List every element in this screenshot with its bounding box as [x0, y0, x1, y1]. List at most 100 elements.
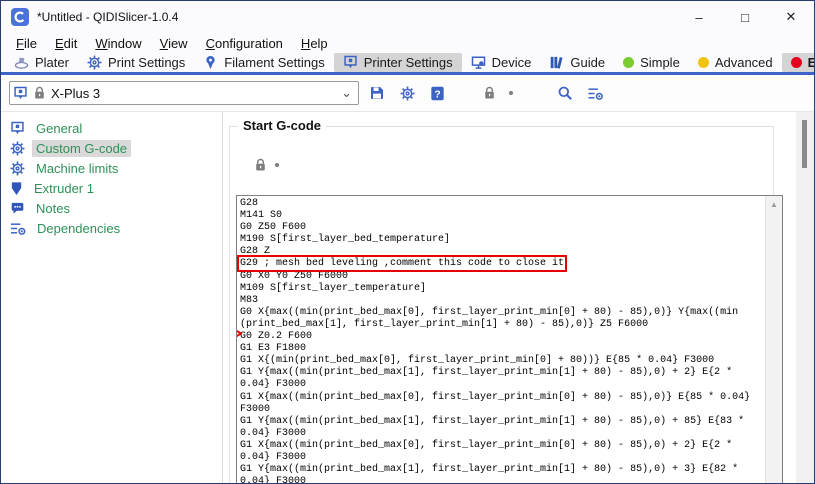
sidebar-item-label: Dependencies — [33, 220, 124, 237]
minimize-button[interactable]: – — [676, 1, 722, 33]
gcode-line: G1 X{max((min(print_bed_max[0], first_la… — [240, 440, 765, 452]
tab-expert[interactable]: Expert — [782, 53, 815, 72]
save-icon — [369, 85, 385, 101]
tab-guide[interactable]: Guide — [540, 53, 614, 72]
notes-bubble-icon — [10, 201, 25, 216]
help-button[interactable]: ? — [425, 81, 449, 105]
sidebar-item-label: Machine limits — [32, 160, 122, 177]
gcode-line: F3000 — [240, 404, 765, 416]
printer-icon — [13, 86, 28, 101]
gcode-line: G0 X{max((min(print_bed_max[0], first_la… — [240, 307, 765, 319]
sidebar-item-label: Custom G-code — [32, 140, 131, 157]
lock-status-icon — [477, 81, 501, 105]
gear-icon — [400, 86, 415, 101]
printer-icon — [10, 121, 25, 136]
save-preset-button[interactable] — [365, 81, 389, 105]
sidebar-item-general[interactable]: General — [1, 118, 222, 138]
option-lock-row — [254, 158, 279, 172]
tab-device[interactable]: Device — [462, 53, 541, 72]
menu-view[interactable]: View — [151, 35, 197, 52]
window-title: *Untitled - QIDISlicer-1.0.4 — [37, 10, 178, 24]
gcode-line: 0.04} F3000 — [240, 452, 765, 464]
tab-filament-settings[interactable]: Filament Settings — [194, 53, 333, 72]
tab-label: Device — [492, 55, 532, 70]
tab-printer-settings[interactable]: Printer Settings — [334, 53, 462, 72]
gcode-line: 0.04} F3000 — [240, 379, 765, 391]
tab-advanced[interactable]: Advanced — [689, 53, 782, 72]
gcode-line: G28 — [240, 198, 765, 210]
sidebar-item-extruder-1[interactable]: Extruder 1 — [1, 178, 222, 198]
mode-dot-icon — [791, 57, 802, 68]
menu-configuration[interactable]: Configuration — [197, 35, 292, 52]
group-title: Start G-code — [238, 118, 326, 133]
sidebar-item-label: General — [32, 120, 86, 137]
start-gcode-textarea[interactable]: G28M141 S0G0 Z50 F600M190 S[first_layer_… — [236, 195, 783, 483]
gcode-line: G1 Y{max((min(print_bed_max[1], first_la… — [240, 416, 765, 428]
sidebar-item-label: Extruder 1 — [30, 180, 98, 197]
gcode-line: G0 Z50 F600 — [240, 222, 765, 234]
menu-file[interactable]: File — [7, 35, 46, 52]
search-settings-button[interactable] — [583, 81, 607, 105]
tab-label: Simple — [640, 55, 680, 70]
menubar: FileEditWindowViewConfigurationHelp — [1, 33, 814, 53]
tab-simple[interactable]: Simple — [614, 53, 689, 72]
maximize-button[interactable]: □ — [722, 1, 768, 33]
sidebar-item-custom-g-code[interactable]: Custom G-code — [1, 138, 222, 158]
printer-preset-select[interactable]: X-Plus 3 ⌄ — [9, 81, 359, 105]
lock-icon — [483, 86, 496, 100]
preset-settings-button[interactable] — [395, 81, 419, 105]
sidebar-item-machine-limits[interactable]: Machine limits — [1, 158, 222, 178]
gcode-line: 0.04} F3000 — [240, 428, 765, 440]
mode-dot-icon — [623, 57, 634, 68]
red-arrow-annotation — [236, 323, 242, 344]
gear-icon — [10, 161, 25, 176]
menu-edit[interactable]: Edit — [46, 35, 86, 52]
gcode-line: G0 X0 Y0 Z50 F6000 — [240, 271, 765, 283]
menu-window[interactable]: Window — [86, 35, 150, 52]
page-scrollbar-thumb[interactable] — [802, 120, 807, 168]
gcode-line: 0.04} F3000 — [240, 476, 765, 483]
app-window: *Untitled - QIDISlicer-1.0.4 – □ ✕ FileE… — [0, 0, 815, 484]
help-icon: ? — [430, 86, 445, 101]
printer-icon — [343, 55, 358, 70]
svg-text:?: ? — [434, 89, 440, 100]
gcode-line: G29 ; mesh bed leveling ,comment this co… — [240, 258, 765, 270]
search-icon — [557, 85, 573, 101]
tab-print-settings[interactable]: Print Settings — [78, 53, 194, 72]
sidebar-item-dependencies[interactable]: Dependencies — [1, 218, 222, 238]
tab-label: Guide — [570, 55, 605, 70]
app-logo-icon — [11, 8, 29, 26]
lock-icon — [254, 158, 267, 172]
window-controls: – □ ✕ — [676, 1, 814, 33]
tab-label: Print Settings — [108, 55, 185, 70]
tab-plater[interactable]: Plater — [5, 53, 78, 72]
search-button[interactable] — [553, 81, 577, 105]
tab-label: Advanced — [715, 55, 773, 70]
gcode-text: G28M141 S0G0 Z50 F600M190 S[first_layer_… — [240, 198, 765, 483]
gear-icon — [87, 55, 102, 70]
close-button[interactable]: ✕ — [768, 1, 814, 33]
menu-help[interactable]: Help — [292, 35, 337, 52]
guide-icon — [549, 55, 564, 70]
toolbar-buttons: ? — [359, 81, 607, 105]
gcode-line: G0 Z0.2 F600 — [240, 331, 765, 343]
sidebar-item-notes[interactable]: Notes — [1, 198, 222, 218]
preset-dot-icon — [509, 91, 513, 95]
gcode-line: (print_bed_max[1], first_layer_print_min… — [240, 319, 765, 331]
settings-sidebar: General Custom G-code Machine limits Extrud… — [1, 112, 223, 483]
tab-label: Plater — [35, 55, 69, 70]
gcode-line: G1 X{max((min(print_bed_max[0], first_la… — [240, 392, 765, 404]
plater-icon — [14, 55, 29, 70]
content-area: General Custom G-code Machine limits Extrud… — [1, 111, 814, 483]
gcode-line: M190 S[first_layer_bed_temperature] — [240, 234, 765, 246]
gcode-line: G1 Y{max((min(print_bed_max[1], first_la… — [240, 464, 765, 476]
option-dot-icon — [275, 163, 279, 167]
textarea-scrollbar[interactable]: ▲ — [765, 196, 782, 483]
gcode-line: M109 S[first_layer_temperature] — [240, 283, 765, 295]
gcode-line: G1 E3 F1800 — [240, 343, 765, 355]
page-scrollbar[interactable] — [796, 112, 814, 483]
mode-dot-icon — [698, 57, 709, 68]
start-gcode-group: Start G-code G28M141 S0G0 Z50 F600M190 S… — [229, 126, 774, 483]
main-panel: Start G-code G28M141 S0G0 Z50 F600M190 S… — [223, 112, 796, 483]
scroll-up-icon[interactable]: ▲ — [766, 196, 782, 209]
